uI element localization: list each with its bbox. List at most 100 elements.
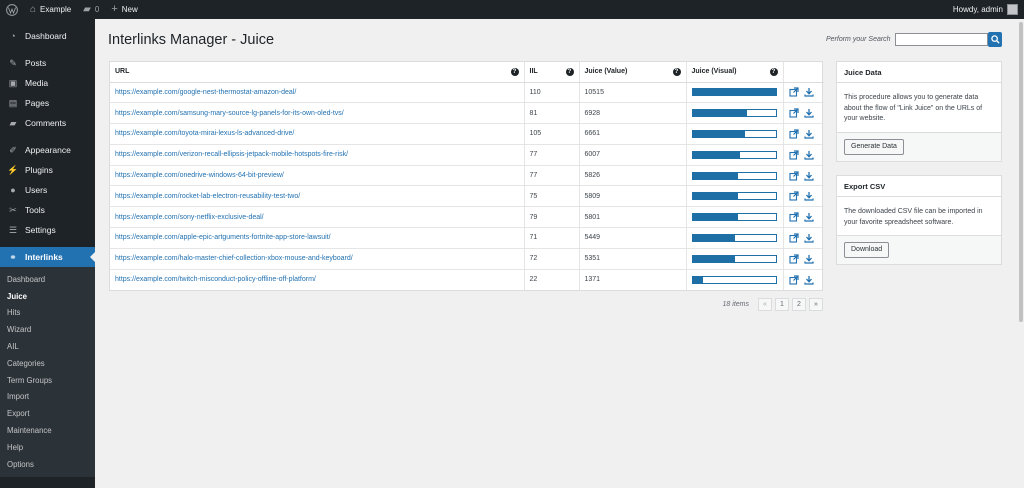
download-icon[interactable] [803, 171, 814, 181]
juice-value-cell: 5801 [579, 206, 687, 229]
submenu-maintenance[interactable]: Maintenance [0, 422, 95, 439]
sidebar-item-comments[interactable]: ▰ Comments [0, 113, 95, 133]
submenu-wizard[interactable]: Wizard [0, 321, 95, 338]
iil-cell: 77 [524, 165, 580, 187]
help-icon[interactable]: ? [510, 67, 519, 76]
download-icon[interactable] [803, 275, 814, 285]
home-icon: ⌂ [30, 3, 37, 15]
download-icon[interactable] [803, 108, 814, 118]
generate-data-button[interactable]: Generate Data [844, 138, 904, 155]
external-link-icon[interactable] [788, 275, 799, 285]
actions-cell [783, 248, 824, 270]
sidebar-item-settings[interactable]: ☰ Settings [0, 220, 95, 240]
url-link[interactable]: https://example.com/verizon-recall-ellip… [115, 151, 348, 158]
external-link-icon[interactable] [788, 150, 799, 160]
help-icon[interactable]: ? [769, 67, 778, 76]
sidebar-item-users[interactable]: ● Users [0, 180, 95, 200]
main-content: Interlinks Manager - Juice Perform your … [95, 19, 1024, 488]
search-button[interactable] [988, 32, 1002, 47]
url-link[interactable]: https://example.com/apple-epic-artgument… [115, 234, 331, 241]
submenu-juice[interactable]: Juice [0, 288, 95, 305]
sidebar-item-dashboard[interactable]: ◔ Dashboard [0, 26, 95, 46]
sidebar-item-posts[interactable]: ✎ Posts [0, 53, 95, 73]
external-link-icon[interactable] [788, 87, 799, 97]
table-header-row: URL? IIL? Juice (Value)? Juice (Visual)? [110, 62, 824, 83]
url-link[interactable]: https://example.com/onedrive-windows-64-… [115, 172, 284, 179]
external-link-icon[interactable] [788, 108, 799, 118]
header-url[interactable]: URL? [110, 62, 525, 83]
url-link[interactable]: https://example.com/twitch-misconduct-po… [115, 276, 316, 283]
juice-data-description: This procedure allows you to generate da… [837, 83, 1001, 133]
external-link-icon[interactable] [788, 129, 799, 139]
download-icon[interactable] [803, 233, 814, 243]
sidebar-item-interlinks[interactable]: ⚭ Interlinks [0, 247, 95, 267]
account-menu[interactable]: Howdy, admin [953, 4, 1024, 15]
help-icon[interactable]: ? [565, 67, 574, 76]
comments-link[interactable]: ▰ 0 [77, 0, 105, 19]
juice-bar [691, 171, 777, 180]
url-link[interactable]: https://example.com/samsung-mary-source-… [115, 110, 344, 117]
header-juice-value[interactable]: Juice (Value)? [579, 62, 687, 83]
submenu-term-groups[interactable]: Term Groups [0, 372, 95, 389]
submenu-options[interactable]: Options [0, 456, 95, 473]
sidebar-item-plugins[interactable]: ⚡ Plugins [0, 160, 95, 180]
submenu-categories[interactable]: Categories [0, 355, 95, 372]
page-2-button[interactable]: 2 [792, 297, 806, 311]
url-cell: https://example.com/halo-master-chief-co… [110, 248, 525, 270]
juice-value-cell: 6928 [579, 102, 687, 125]
header-iil[interactable]: IIL? [524, 62, 580, 83]
url-link[interactable]: https://example.com/google-nest-thermost… [115, 89, 296, 96]
external-link-icon[interactable] [788, 254, 799, 264]
table-row: https://example.com/samsung-mary-source-… [110, 102, 824, 125]
sidebar-item-pages[interactable]: ▤ Pages [0, 93, 95, 113]
scrollbar-thumb[interactable] [1019, 22, 1023, 322]
juice-visual-cell [686, 82, 784, 104]
url-link[interactable]: https://example.com/halo-master-chief-co… [115, 255, 353, 262]
sidebar-item-media[interactable]: ▣ Media [0, 73, 95, 93]
download-icon[interactable] [803, 129, 814, 139]
download-button[interactable]: Download [844, 242, 890, 258]
juice-visual-cell [686, 102, 784, 125]
site-name-link[interactable]: ⌂ Example [24, 0, 77, 19]
external-link-icon[interactable] [788, 212, 799, 222]
submenu-ail[interactable]: AIL [0, 338, 95, 355]
juice-value-cell: 10515 [579, 82, 687, 104]
page-1-button[interactable]: 1 [775, 297, 789, 311]
juice-bar-fill [692, 172, 739, 179]
iil-cell: 79 [524, 206, 580, 229]
download-icon[interactable] [803, 191, 814, 201]
download-icon[interactable] [803, 87, 814, 97]
new-label: New [121, 5, 138, 14]
header-juice-visual[interactable]: Juice (Visual)? [686, 62, 784, 83]
external-link-icon[interactable] [788, 191, 799, 201]
comments-count: 0 [94, 5, 100, 14]
juice-bar [691, 88, 777, 97]
brush-icon: ✐ [9, 144, 17, 155]
sidebar-item-appearance[interactable]: ✐ Appearance [0, 140, 95, 160]
submenu-help[interactable]: Help [0, 439, 95, 456]
next-page-button[interactable]: » [809, 297, 823, 311]
submenu-hits[interactable]: Hits [0, 305, 95, 322]
download-icon[interactable] [803, 150, 814, 160]
download-icon[interactable] [803, 212, 814, 222]
new-content-link[interactable]: + New [105, 0, 143, 19]
submenu-export[interactable]: Export [0, 405, 95, 422]
url-cell: https://example.com/samsung-mary-source-… [110, 102, 525, 125]
submenu-dashboard[interactable]: Dashboard [0, 271, 95, 288]
submenu-import[interactable]: Import [0, 389, 95, 406]
wordpress-logo[interactable] [0, 0, 24, 19]
sidebar-item-tools[interactable]: ✂ Tools [0, 200, 95, 220]
juice-bar-fill [692, 214, 739, 221]
external-link-icon[interactable] [788, 233, 799, 243]
url-link[interactable]: https://example.com/rocket-lab-electron-… [115, 193, 300, 200]
help-icon[interactable]: ? [672, 67, 681, 76]
url-cell: https://example.com/google-nest-thermost… [110, 82, 525, 104]
juice-value-cell: 5351 [579, 248, 687, 270]
url-link[interactable]: https://example.com/sony-netflix-exclusi… [115, 214, 264, 221]
prev-page-button[interactable]: « [758, 297, 772, 311]
settings-icon: ☰ [8, 224, 18, 235]
download-icon[interactable] [803, 254, 814, 264]
external-link-icon[interactable] [788, 170, 799, 181]
url-link[interactable]: https://example.com/toyota-mirai-lexus-l… [115, 130, 294, 137]
search-input[interactable] [895, 33, 988, 46]
